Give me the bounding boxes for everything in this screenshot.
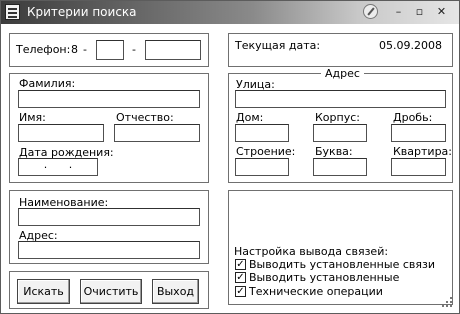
option-label: Выводить установленные [249,271,400,284]
birthdate-input[interactable]: · · [18,158,98,176]
window-title: Критерии поиска [27,5,137,19]
building-label: Корпус: [315,111,360,124]
name-label: Имя: [19,111,46,124]
search-criteria-window: Критерии поиска – ▫ ✕ Телефон: 8 - - Тек… [0,0,460,314]
option-checkbox[interactable]: ✓ [235,272,246,283]
phone-dash: - [132,43,136,56]
resize-grip-icon[interactable] [440,295,454,309]
structure-label: Строение: [236,145,296,158]
letter-input[interactable] [313,158,367,176]
phone-label: Телефон: [16,43,71,56]
option-checkbox[interactable]: ✓ [235,259,246,270]
exit-button[interactable]: Выход [152,279,199,304]
fraction-input[interactable] [391,124,446,142]
checkmark-icon: ✓ [236,286,245,297]
structure-input[interactable] [235,158,289,176]
maximize-button[interactable]: ▫ [411,4,428,20]
name-input[interactable] [18,124,104,142]
letter-label: Буква: [315,145,353,158]
surname-label: Фамилия: [19,77,76,90]
patronymic-label: Отчество: [116,111,174,124]
org-name-input[interactable] [18,208,200,226]
house-label: Дом: [236,111,264,124]
building-input[interactable] [313,124,367,142]
house-input[interactable] [235,124,289,142]
phone-prefix: 8 [71,43,78,56]
apartment-label: Квартира: [393,145,453,158]
links-settings-title: Настройка вывода связей: [234,245,389,258]
current-date-value: 05.09.2008 [379,39,442,52]
address-legend: Адрес [321,67,364,80]
checkmark-icon: ✓ [236,259,245,270]
close-button[interactable]: ✕ [433,4,450,20]
option-label: Технические операции [249,285,383,298]
search-button[interactable]: Искать [17,279,70,304]
form-icon [5,4,20,20]
birthdate-separator: · [68,160,73,174]
current-date-label: Текущая дата: [235,39,321,52]
birthdate-separator: · [43,160,48,174]
surname-input[interactable] [18,90,200,108]
phone-number-input[interactable] [145,40,201,60]
patronymic-input[interactable] [114,124,200,142]
org-address-input[interactable] [18,241,200,259]
option-label: Выводить установленные связи [249,258,435,271]
phone-code-input[interactable] [96,40,124,60]
pin-icon[interactable] [363,4,378,19]
fraction-label: Дробь: [393,111,433,124]
checkmark-icon: ✓ [236,272,245,283]
minimize-button[interactable]: – [390,4,407,20]
clear-button[interactable]: Очистить [80,279,142,304]
option-checkbox[interactable]: ✓ [235,286,246,297]
apartment-input[interactable] [391,158,446,176]
phone-dash: - [83,43,87,56]
title-bar[interactable]: Критерии поиска – ▫ ✕ [1,1,459,24]
street-input[interactable] [235,90,446,108]
